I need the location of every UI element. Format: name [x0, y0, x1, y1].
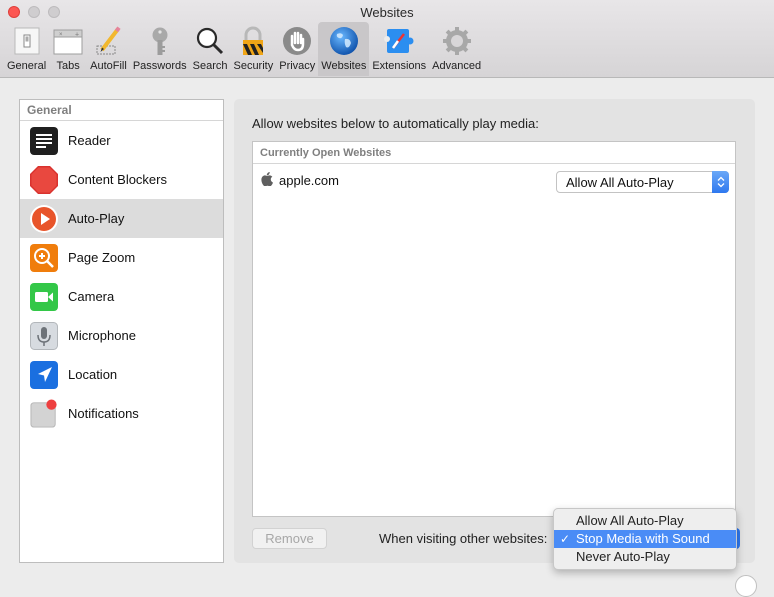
sidebar-item-label: Content Blockers [68, 172, 167, 187]
general-switch-icon [11, 25, 43, 57]
sidebar-item-label: Microphone [68, 328, 136, 343]
sidebar-item-reader[interactable]: Reader [20, 121, 223, 160]
tab-privacy[interactable]: Privacy [276, 22, 318, 76]
gear-icon [441, 25, 473, 57]
compass-puzzle-icon [383, 25, 415, 57]
window-title: Websites [360, 5, 414, 20]
website-name: apple.com [279, 172, 339, 188]
auto-play-settings-panel: Allow websites below to automatically pl… [234, 99, 755, 563]
sidebar-item-notifications[interactable]: Notifications [20, 394, 223, 433]
sidebar-item-label: Notifications [68, 406, 139, 421]
menu-item-stop-media-with-sound[interactable]: ✓ Stop Media with Sound [554, 530, 736, 548]
sidebar-item-content-blockers[interactable]: Content Blockers [20, 160, 223, 199]
menu-item-never-auto-play[interactable]: Never Auto-Play [554, 548, 736, 566]
website-autoplay-select[interactable]: Allow All Auto-Play [556, 171, 729, 193]
svg-text:×: × [59, 32, 63, 38]
safari-preferences-window: Websites General × + Tabs AutoFill Passw… [0, 0, 774, 597]
menu-item-label: Stop Media with Sound [576, 531, 710, 546]
tab-general-label: General [7, 60, 47, 72]
sidebar-item-label: Camera [68, 289, 115, 304]
tab-autofill[interactable]: AutoFill [87, 22, 130, 76]
apple-logo-icon [261, 171, 273, 189]
chevron-up-down-icon [712, 171, 729, 193]
microphone-icon [30, 321, 58, 350]
tab-advanced[interactable]: Advanced [429, 22, 484, 76]
website-autoplay-value: Allow All Auto-Play [566, 174, 674, 190]
title-bar: Websites General × + Tabs AutoFill Passw… [0, 0, 774, 78]
zoom-icon [30, 243, 58, 272]
menu-item-allow-all-auto-play[interactable]: Allow All Auto-Play [554, 512, 736, 530]
hand-icon [281, 25, 313, 57]
tab-privacy-label: Privacy [279, 60, 316, 72]
checkmark-icon: ✓ [560, 532, 571, 546]
notification-badge-icon [30, 399, 58, 428]
tab-security-label: Security [233, 60, 274, 72]
sidebar-item-label: Location [68, 367, 118, 382]
tab-websites-label: Websites [321, 60, 367, 72]
websites-list-header: Currently Open Websites [253, 142, 735, 164]
sidebar-item-page-zoom[interactable]: Page Zoom [20, 238, 223, 277]
menu-item-label: Allow All Auto-Play [576, 513, 684, 528]
sidebar-item-camera[interactable]: Camera [20, 277, 223, 316]
other-websites-dropdown-menu: Allow All Auto-Play ✓ Stop Media with So… [553, 508, 737, 570]
tab-general[interactable]: General [4, 22, 49, 76]
stop-sign-icon [30, 165, 58, 194]
globe-icon [328, 25, 360, 57]
key-icon [144, 25, 176, 57]
sidebar-item-auto-play[interactable]: Auto-Play [20, 199, 223, 238]
tab-tabs[interactable]: × + Tabs [49, 22, 87, 76]
magnifier-icon [194, 25, 226, 57]
padlock-icon [237, 25, 269, 57]
location-arrow-icon [30, 360, 58, 389]
play-icon [30, 204, 58, 233]
tab-passwords-label: Passwords [132, 60, 187, 72]
sidebar-item-microphone[interactable]: Microphone [20, 316, 223, 355]
websites-list: Currently Open Websites apple.com Allow … [252, 141, 736, 517]
reader-icon [30, 126, 58, 155]
tab-extensions[interactable]: Extensions [369, 22, 429, 76]
panel-description: Allow websites below to automatically pl… [252, 116, 539, 131]
sidebar-item-location[interactable]: Location [20, 355, 223, 394]
other-websites-label: When visiting other websites: [379, 531, 548, 546]
preferences-toolbar: General × + Tabs AutoFill Passwords Sear… [4, 22, 484, 78]
sidebar-item-label: Auto-Play [68, 211, 125, 226]
tab-search[interactable]: Search [190, 22, 231, 76]
tab-advanced-label: Advanced [432, 60, 482, 72]
sidebar-section-header: General [20, 100, 223, 121]
tab-search-label: Search [192, 60, 228, 72]
help-button[interactable] [735, 575, 757, 597]
tab-autofill-label: AutoFill [90, 60, 127, 72]
sidebar-item-label: Reader [68, 133, 111, 148]
menu-item-label: Never Auto-Play [576, 549, 670, 564]
remove-button[interactable]: Remove [252, 528, 327, 549]
svg-text:+: + [75, 32, 79, 39]
tab-websites[interactable]: Websites [318, 22, 370, 76]
website-row[interactable]: apple.com Allow All Auto-Play [253, 164, 735, 196]
tab-extensions-label: Extensions [372, 60, 427, 72]
sidebar-item-label: Page Zoom [68, 250, 136, 265]
pencil-icon [92, 25, 124, 57]
tab-passwords[interactable]: Passwords [130, 22, 190, 76]
camera-icon [30, 282, 58, 311]
tabs-icon: × + [52, 25, 84, 57]
tab-tabs-label: Tabs [56, 60, 80, 72]
settings-sidebar: General Reader Content Blockers Auto-Pla… [19, 99, 224, 563]
tab-security[interactable]: Security [230, 22, 276, 76]
